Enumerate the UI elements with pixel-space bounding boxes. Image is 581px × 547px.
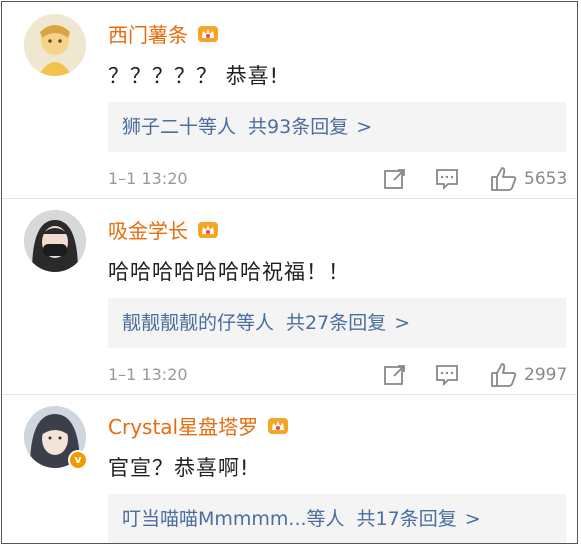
- username[interactable]: Crystal星盘塔罗: [108, 411, 289, 440]
- comment-icon[interactable]: [435, 164, 459, 194]
- divider: [2, 394, 577, 395]
- like-icon[interactable]: [490, 360, 518, 390]
- username-text[interactable]: 西门薯条: [108, 23, 188, 47]
- reply-users: 叮当喵喵Mmmmm...等人: [122, 508, 345, 530]
- username[interactable]: 西门薯条: [108, 19, 219, 48]
- share-icon[interactable]: [383, 360, 407, 390]
- like-count: 2997: [524, 365, 568, 385]
- chevron-right-icon: >: [464, 508, 481, 530]
- crown-badge-icon: [198, 222, 219, 238]
- verified-badge-icon: v: [68, 450, 88, 470]
- crown-badge-icon: [268, 418, 289, 434]
- comment-meta: 1–1 13:20 2997: [108, 360, 568, 390]
- reply-count: 共93条回复: [248, 116, 349, 138]
- comment-icon[interactable]: [435, 360, 459, 390]
- reply-count: 共17条回复: [356, 508, 457, 530]
- username[interactable]: 吸金学长: [108, 215, 219, 244]
- comment-text: 官宣？恭喜啊!: [108, 456, 250, 480]
- replies-link[interactable]: 叮当喵喵Mmmmm...等人 共17条回复 >: [108, 494, 566, 543]
- reply-users: 狮子二十等人: [122, 116, 237, 138]
- share-icon[interactable]: [383, 164, 407, 194]
- username-text[interactable]: 吸金学长: [108, 219, 188, 243]
- crown-badge-icon: [198, 26, 219, 42]
- avatar[interactable]: [24, 14, 86, 76]
- reply-count: 共27条回复: [286, 312, 387, 334]
- username-text[interactable]: Crystal星盘塔罗: [108, 415, 258, 439]
- like-icon[interactable]: [490, 164, 518, 194]
- comment-meta: 1–1 13:20 5653: [108, 164, 568, 194]
- chevron-right-icon: >: [356, 116, 373, 138]
- avatar[interactable]: [24, 210, 86, 272]
- timestamp: 1–1 13:20: [108, 169, 188, 188]
- replies-link[interactable]: 狮子二十等人 共93条回复 >: [108, 102, 566, 152]
- chevron-right-icon: >: [394, 312, 411, 334]
- reply-users: 靓靓靓靓的仔等人: [122, 312, 275, 334]
- comment-text: 哈哈哈哈哈哈哈祝福！！: [108, 260, 350, 284]
- comment-text: ？？？？？ 恭喜!: [108, 64, 280, 88]
- comment-list: 西门薯条 ？？？？？ 恭喜! 狮子二十等人 共93条回复 > 1–1 13:20 5…: [1, 1, 578, 544]
- timestamp: 1–1 13:20: [108, 365, 188, 384]
- like-count: 5653: [524, 169, 568, 189]
- replies-link[interactable]: 靓靓靓靓的仔等人 共27条回复 >: [108, 298, 566, 348]
- divider: [2, 198, 577, 199]
